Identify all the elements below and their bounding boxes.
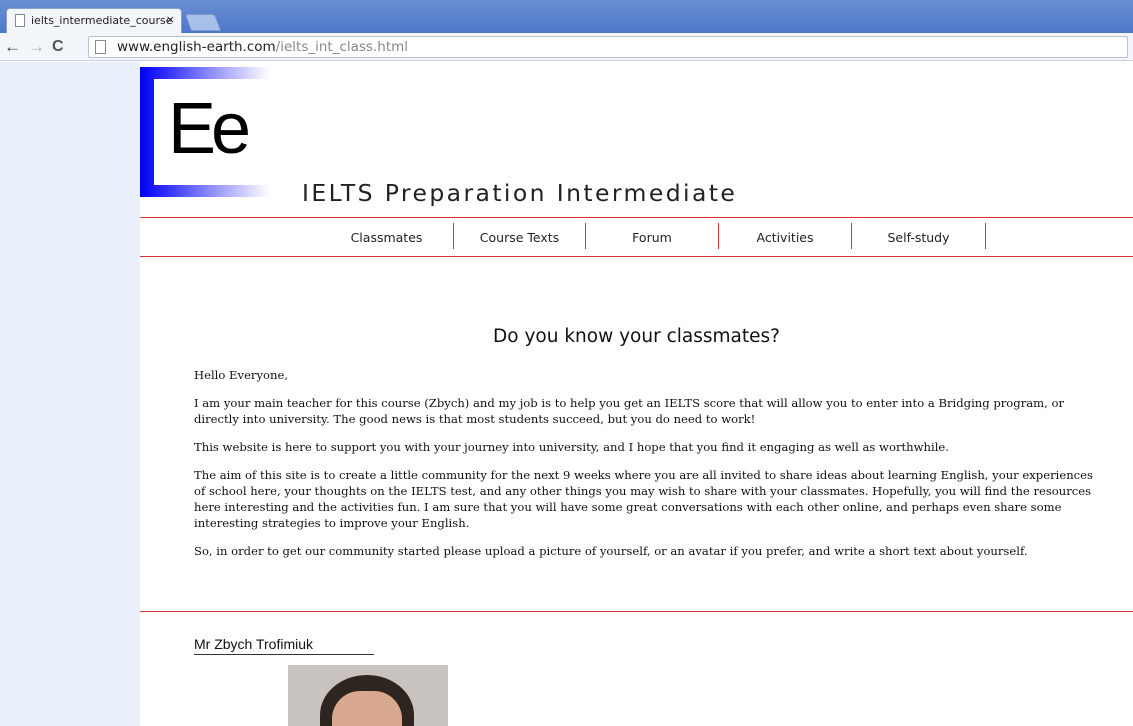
left-background-panel (0, 62, 140, 726)
nav-classmates[interactable]: Classmates (320, 223, 454, 249)
community-paragraph: The aim of this site is to create a litt… (194, 468, 1093, 530)
url-path: /ielts_int_class.html (275, 39, 409, 55)
website-paragraph: This website is here to support you with… (194, 440, 949, 454)
site-title: IELTS Preparation Intermediate (302, 179, 738, 207)
logo-text: Ee (168, 89, 251, 169)
divider-content-bottom (140, 611, 1133, 612)
tab-title: ielts_intermediate_course (31, 14, 173, 27)
intro-text: Hello Everyone, I am your main teacher f… (194, 367, 1094, 571)
greeting-paragraph: Hello Everyone, (194, 368, 289, 382)
nav-forum[interactable]: Forum (586, 223, 719, 249)
forward-arrow-icon[interactable]: → (28, 37, 45, 57)
site-logo: Ee (140, 67, 270, 197)
page-favicon-icon (15, 14, 25, 27)
new-tab-button[interactable] (184, 14, 222, 31)
divider-nav-bottom (140, 256, 1133, 257)
url-host: www.english-earth.com (117, 39, 276, 55)
browser-toolbar: ← → C www.english-earth.com/ielts_int_cl… (0, 33, 1133, 61)
page-icon (95, 40, 106, 54)
nav-self-study[interactable]: Self-study (852, 223, 986, 249)
close-tab-icon[interactable]: × (166, 13, 175, 26)
address-bar[interactable]: www.english-earth.com/ielts_int_class.ht… (88, 36, 1128, 58)
teacher-name: Mr Zbych Trofimiuk (194, 636, 374, 655)
divider-top (140, 217, 1133, 218)
nav-activities[interactable]: Activities (719, 223, 852, 249)
intro-paragraph: I am your main teacher for this course (… (194, 396, 1065, 426)
back-arrow-icon[interactable]: ← (4, 37, 21, 57)
nav-course-texts[interactable]: Course Texts (454, 223, 586, 249)
browser-tab[interactable]: ielts_intermediate_course × (6, 8, 182, 33)
web-page: Ee IELTS Preparation Intermediate Classm… (0, 62, 1133, 726)
reload-icon[interactable]: C (52, 37, 64, 57)
page-heading: Do you know your classmates? (493, 326, 780, 347)
photo-face (332, 691, 402, 726)
browser-tabstrip: ielts_intermediate_course × (0, 0, 1133, 33)
upload-paragraph: So, in order to get our community starte… (194, 544, 1028, 558)
url-text[interactable]: www.english-earth.com/ielts_int_class.ht… (117, 39, 408, 55)
teacher-photo (288, 665, 448, 726)
